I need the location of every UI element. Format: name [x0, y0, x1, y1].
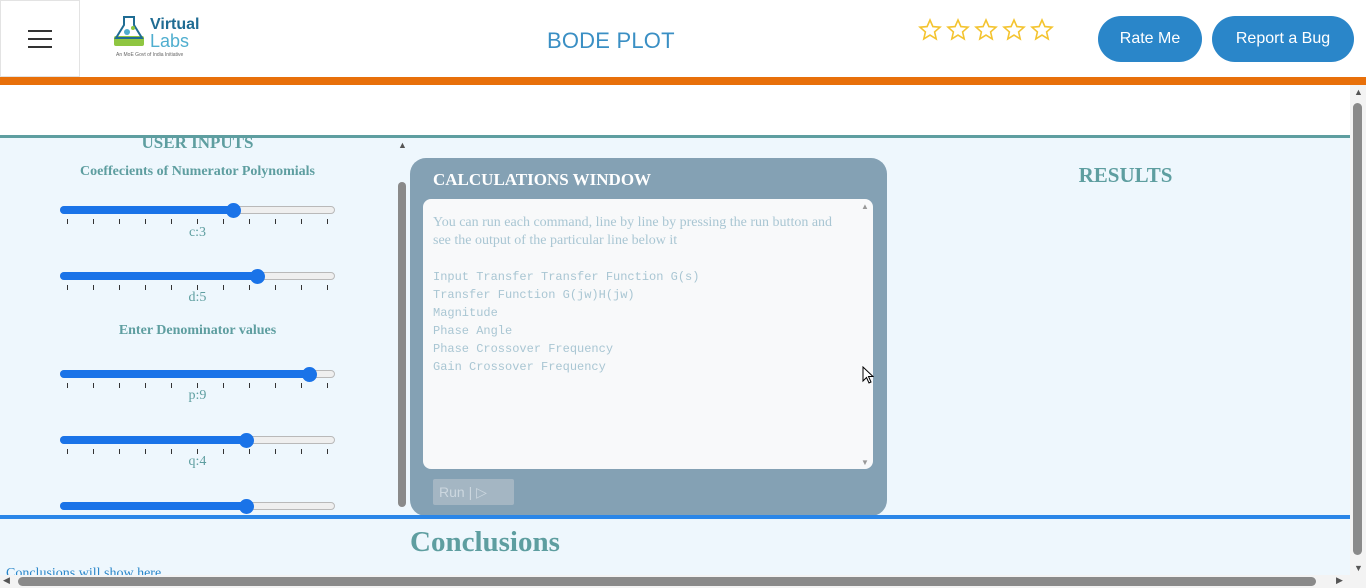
page-title: BODE PLOT: [547, 28, 675, 53]
rating-stars[interactable]: [918, 18, 1054, 42]
calculations-title: CALCULATIONS WINDOW: [433, 170, 652, 189]
slider-fill: [60, 370, 310, 378]
inputs-scrollbar-thumb[interactable]: [398, 182, 406, 507]
command-line: Transfer Function G(jw)H(jw): [433, 288, 635, 302]
user-inputs-title: USER INPUTS: [141, 138, 254, 152]
results-title: RESULTS: [1078, 163, 1173, 187]
star-icon[interactable]: [946, 18, 970, 42]
slider-q-value: q:4: [188, 454, 207, 469]
simulation-area: USER INPUTS Coeffecients of Numerator Po…: [0, 85, 1350, 575]
virtual-labs-logo[interactable]: Virtual Labs An MoE Govt of India Initia…: [110, 12, 210, 64]
scroll-down-arrow-icon[interactable]: ▼: [861, 458, 869, 467]
slider-fill: [60, 502, 247, 510]
command-line: Magnitude: [433, 306, 498, 320]
header: Virtual Labs An MoE Govt of India Initia…: [0, 0, 1366, 77]
command-line: Input Transfer Transfer Function G(s): [433, 270, 700, 284]
slider-fill: [60, 272, 258, 280]
denominator-heading: Enter Denominator values: [118, 323, 277, 338]
conclusions-title: Conclusions: [410, 526, 560, 558]
slider-fill: [60, 436, 247, 444]
hamburger-line: [28, 37, 52, 40]
star-icon[interactable]: [974, 18, 998, 42]
calculations-instructions: You can run each command, line by line b…: [433, 215, 833, 248]
numerator-heading: Coeffecients of Numerator Polynomials: [80, 164, 315, 179]
command-line: Phase Crossover Frequency: [433, 342, 614, 356]
slider-thumb[interactable]: [226, 203, 242, 218]
slider-d-value: d:5: [188, 290, 207, 305]
run-button[interactable]: Run | ▷: [433, 479, 514, 505]
header-accent-bar: [0, 77, 1366, 85]
hamburger-line: [28, 29, 52, 32]
slider-c[interactable]: [60, 199, 335, 224]
slider-thumb[interactable]: [239, 433, 255, 448]
scroll-left-arrow-icon[interactable]: ◀: [3, 575, 10, 586]
report-bug-button[interactable]: Report a Bug: [1212, 16, 1354, 62]
user-inputs-panel: USER INPUTS Coeffecients of Numerator Po…: [0, 138, 395, 515]
scroll-up-arrow-icon[interactable]: ▲: [398, 140, 407, 150]
inputs-scrollbar[interactable]: ▲: [395, 138, 409, 515]
logo-tagline: An MoE Govt of India Initiative: [116, 52, 184, 58]
mouse-cursor-icon: [862, 366, 874, 384]
calculations-window: CALCULATIONS WINDOW You can run each com…: [410, 158, 887, 516]
slider-c-value: c:3: [188, 225, 207, 240]
command-line: Phase Angle: [433, 324, 513, 338]
conclusions-text: Conclusions will show here: [6, 566, 162, 575]
slider-thumb[interactable]: [239, 499, 255, 514]
page-horizontal-scrollbar-thumb[interactable]: [18, 577, 1316, 586]
scroll-down-arrow-icon[interactable]: ▼: [1354, 563, 1363, 573]
scroll-up-arrow-icon[interactable]: ▲: [1354, 87, 1363, 97]
slider-p-value: p:9: [188, 388, 207, 403]
page-horizontal-scrollbar[interactable]: ◀ ▶: [0, 575, 1366, 588]
star-icon[interactable]: [918, 18, 942, 42]
hamburger-line: [28, 45, 52, 48]
slider-r[interactable]: [60, 495, 335, 515]
results-panel: RESULTS: [887, 138, 1350, 501]
slider-p[interactable]: [60, 363, 335, 388]
command-list: Input Transfer Transfer Function G(s) Tr…: [433, 268, 699, 376]
slider-fill: [60, 206, 234, 214]
slider-d[interactable]: [60, 265, 335, 290]
page-vertical-scrollbar[interactable]: ▲ ▼: [1350, 85, 1366, 575]
calculations-scrollbar[interactable]: ▲ ▼: [858, 199, 873, 469]
star-icon[interactable]: [1030, 18, 1054, 42]
logo-text-labs: Labs: [150, 31, 190, 51]
star-icon[interactable]: [1002, 18, 1026, 42]
slider-thumb[interactable]: [301, 367, 317, 382]
scroll-right-arrow-icon[interactable]: ▶: [1336, 575, 1343, 586]
flask-logo-icon: [114, 16, 144, 46]
scroll-up-arrow-icon[interactable]: ▲: [861, 202, 869, 211]
rate-me-button[interactable]: Rate Me: [1098, 16, 1202, 62]
slider-q[interactable]: [60, 429, 335, 454]
slider-thumb[interactable]: [249, 269, 265, 284]
calculations-output[interactable]: You can run each command, line by line b…: [423, 199, 873, 469]
conclusions-background: [0, 519, 1350, 575]
command-line: Gain Crossover Frequency: [433, 360, 606, 374]
menu-button[interactable]: [0, 0, 80, 77]
page-vertical-scrollbar-thumb[interactable]: [1353, 103, 1362, 555]
